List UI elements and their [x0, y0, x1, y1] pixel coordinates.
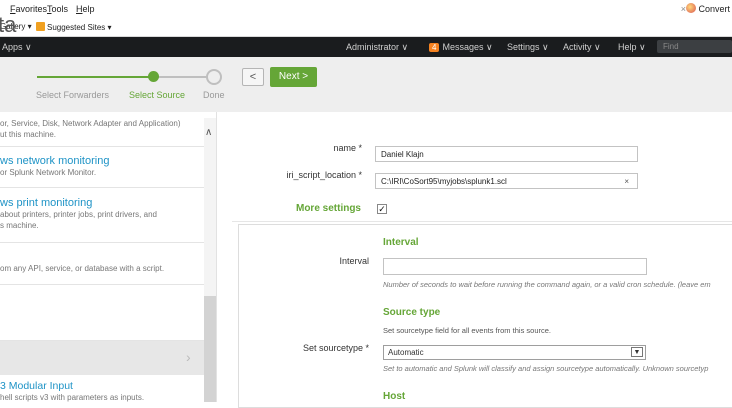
list-item-title[interactable]: ws print monitoring [0, 197, 157, 209]
favorites-bar: Gallery ▾ Suggested Sites ▾ [0, 19, 732, 37]
list-item[interactable]: ws print monitoring about printers, prin… [0, 197, 157, 231]
list-item-selected[interactable] [0, 341, 204, 375]
divider [0, 242, 204, 243]
sourcetype-description: Set sourcetype field for all events from… [383, 326, 551, 335]
chevron-right-icon: › [186, 349, 191, 365]
close-icon[interactable]: × [681, 4, 686, 14]
apps-menu[interactable]: Apps ∨ [2, 42, 32, 53]
sourcetype-label: Set sourcetype * [302, 343, 369, 353]
list-item-desc: om any API, service, or database with a … [0, 264, 165, 273]
list-item[interactable]: 3 Modular Input hell scripts v3 with par… [0, 380, 144, 403]
list-item-desc: s machine. [0, 221, 39, 230]
name-label: name * [333, 143, 362, 153]
wizard-progress-remaining [154, 76, 214, 78]
wizard-current-step-dot [148, 71, 159, 82]
divider [0, 187, 204, 188]
administrator-menu[interactable]: Administrator ∨ [346, 42, 408, 53]
menu-tools[interactable]: Tools [47, 4, 68, 14]
browser-menu-bar: Favorites Tools Help × Convert [0, 0, 732, 19]
settings-menu[interactable]: Settings ∨ [507, 42, 549, 53]
list-item-title[interactable]: ws network monitoring [0, 155, 109, 167]
messages-menu[interactable]: 4 Messages ∨ [429, 42, 493, 53]
interval-help-text: Number of seconds to wait before running… [383, 280, 711, 289]
more-settings-label: More settings [295, 203, 361, 214]
favorites-suggested-sites[interactable]: Suggested Sites ▾ [36, 22, 112, 32]
host-section-title: Host [383, 391, 406, 402]
convert-icon [686, 3, 697, 13]
divider [0, 146, 204, 147]
splunk-app-bar: Apps ∨ Administrator ∨ 4 Messages ∨ Setti… [0, 37, 732, 57]
clear-icon[interactable]: × [624, 174, 629, 190]
sourcetype-select[interactable]: Automatic ▼ [383, 345, 646, 360]
name-input[interactable]: Daniel Klajn [375, 146, 638, 162]
more-settings-checkbox[interactable]: ✓ [377, 204, 387, 214]
interval-label: Interval [339, 256, 369, 266]
wizard-header [0, 57, 732, 113]
interval-section-title: Interval [383, 237, 419, 248]
wizard-progress-complete [37, 76, 154, 78]
list-item-desc: or, Service, Disk, Network Adapter and A… [0, 119, 181, 139]
suggested-sites-icon [36, 22, 45, 31]
search-input[interactable]: Find [657, 40, 732, 53]
list-item[interactable]: om any API, service, or database with a … [0, 263, 164, 274]
list-item-title[interactable]: 3 Modular Input [0, 380, 144, 392]
step-select-source: Select Source [129, 90, 186, 100]
list-item-desc: about printers, printer jobs, print driv… [0, 210, 157, 219]
interval-input[interactable] [383, 258, 647, 275]
activity-menu[interactable]: Activity ∨ [563, 42, 601, 53]
scroll-up-icon[interactable]: ∧ [205, 127, 212, 138]
divider [0, 284, 204, 285]
list-item-desc: hell scripts v3 with parameters as input… [0, 393, 145, 402]
script-location-input[interactable]: C:\IRI\CoSort95\myjobs\splunk1.scl × [375, 173, 638, 189]
script-location-label: iri_script_location * [286, 170, 362, 180]
help-menu[interactable]: Help ∨ [618, 42, 646, 53]
page-title: ta [0, 12, 17, 37]
sourcetype-help-text: Set to automatic and Splunk will classif… [383, 364, 709, 373]
scrollbar-thumb[interactable] [204, 296, 216, 402]
convert-button[interactable]: Convert [686, 3, 730, 14]
list-item[interactable]: ws network monitoring or Splunk Network … [0, 155, 109, 178]
step-select-forwarders[interactable]: Select Forwarders [36, 90, 109, 100]
chevron-down-icon: ▼ [631, 347, 643, 357]
wizard-next-step-dot [206, 69, 222, 85]
step-done: Done [203, 90, 225, 100]
sourcetype-section-title: Source type [383, 307, 441, 318]
menu-help[interactable]: Help [76, 4, 95, 14]
list-item-desc: or Splunk Network Monitor. [0, 168, 97, 177]
next-button[interactable]: Next > [270, 67, 317, 87]
prev-button[interactable]: < [242, 68, 264, 86]
advanced-settings-panel [238, 224, 732, 408]
messages-count-badge: 4 [429, 43, 440, 52]
divider [232, 221, 732, 222]
